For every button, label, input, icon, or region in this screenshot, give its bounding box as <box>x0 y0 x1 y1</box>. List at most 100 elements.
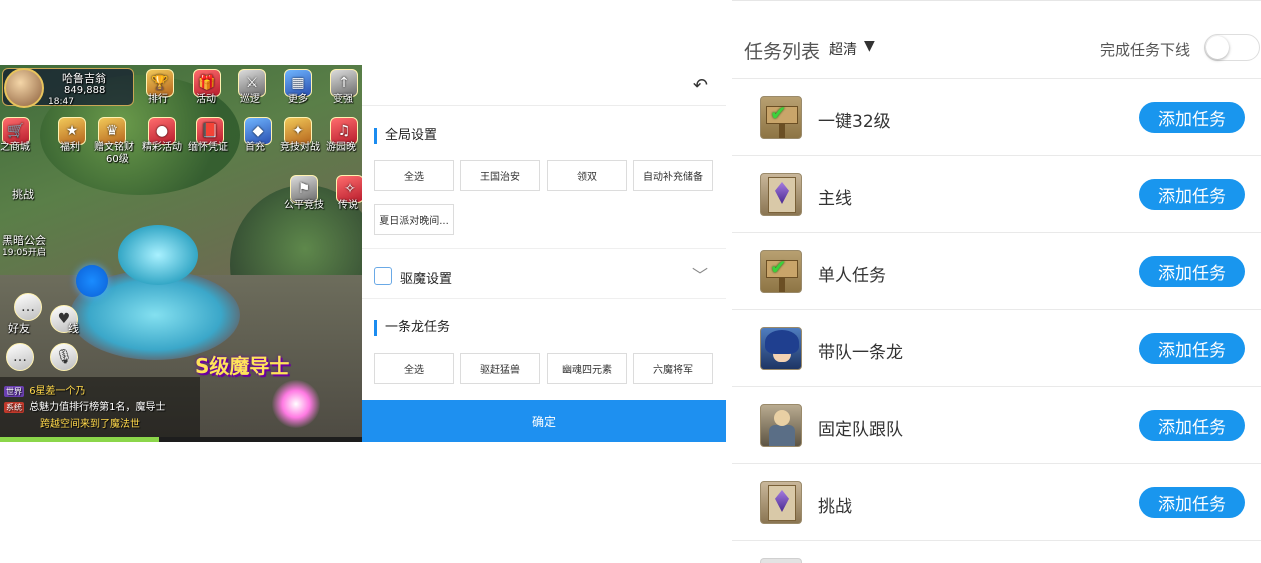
more-icon[interactable]: ▦ <box>284 69 312 97</box>
task-row: 主线 添加任务 <box>732 156 1261 233</box>
legend-label: 传说 <box>338 200 358 211</box>
chat-bubble-icon[interactable]: … <box>14 293 42 321</box>
chat-tag-system: 系统 <box>4 402 24 413</box>
task-row: 带队一条龙 添加任务 <box>732 310 1261 387</box>
legend-icon[interactable]: ✧ <box>336 175 362 203</box>
joystick-icon[interactable] <box>76 265 108 297</box>
welfare-icon[interactable]: ★ <box>58 117 86 145</box>
signpost-check-icon: ✔ <box>760 96 802 139</box>
task-list-header: 任务列表 超清 ▼ 完成任务下线 <box>732 1 1261 79</box>
top-icon-label: 更多 <box>288 94 308 105</box>
task-row: ✔ 一键32级 添加任务 <box>732 79 1261 156</box>
task-row: 固定队跟队 添加任务 <box>732 387 1261 464</box>
exorcism-settings-label: 驱魔设置 <box>400 272 453 287</box>
challenge-label[interactable]: 挑战 <box>12 189 34 200</box>
exorcism-checkbox[interactable] <box>374 267 392 285</box>
divider <box>362 248 726 249</box>
chat-line: 世界 6星差一个乃 <box>4 382 86 397</box>
blue-hair-hero-icon <box>760 327 802 370</box>
confirm-button[interactable]: 确定 <box>362 400 726 442</box>
second-icon-label: 之商城 <box>0 142 30 153</box>
scroll-gem-icon <box>760 173 802 216</box>
game-screenshot[interactable]: 哈鲁吉翁 849,888 18:47 🏆 排行 🎁 活动 ⚔ 巡逻 ▦ 更多 ↑… <box>0 65 362 442</box>
chat-tag-world: 世界 <box>4 386 24 397</box>
chain-task-title: 一条龙任务 <box>374 320 450 336</box>
power-up-icon[interactable]: ↑ <box>330 69 358 97</box>
add-task-button[interactable]: 添加任务 <box>1139 256 1245 287</box>
fountain-top <box>118 225 198 285</box>
panel-top-bar: ↶ <box>362 65 726 106</box>
chip-auto-restock[interactable]: 自动补充储备 <box>633 160 713 191</box>
chip-double[interactable]: 领双 <box>547 160 627 191</box>
scroll-gem-icon <box>760 481 802 524</box>
task-name: 挑战 <box>818 497 852 517</box>
add-task-button[interactable]: 添加任务 <box>1139 179 1245 210</box>
first-charge-icon[interactable]: ◆ <box>244 117 272 145</box>
chat-line: 系统 总魅力值排行榜第1名，魔导士 <box>4 398 166 413</box>
fair-arena-label: 公平竞技 <box>284 200 324 211</box>
experience-bar <box>0 437 362 442</box>
chip-ghost-elements[interactable]: 幽魂四元素 <box>547 353 627 384</box>
event-icon[interactable]: ♛ <box>98 117 126 145</box>
chat-line: 跨越空间来到了魔法世 <box>4 415 140 430</box>
global-settings-title: 全局设置 <box>374 128 437 144</box>
offline-toggle[interactable] <box>1204 34 1260 61</box>
second-icon-label: 首充 <box>245 142 265 153</box>
chip-summer-party[interactable]: 夏日派对晚间... <box>374 204 454 235</box>
triangle-down-icon[interactable]: ▼ <box>864 38 875 54</box>
magic-glow <box>272 380 320 428</box>
player-avatar[interactable] <box>4 68 44 108</box>
settings-panel: ↶ 全局设置 全选 王国治安 领双 自动补充储备 夏日派对晚间... 驱魔设置 … <box>362 65 726 442</box>
screen: 哈鲁吉翁 849,888 18:47 🏆 排行 🎁 活动 ⚔ 巡逻 ▦ 更多 ↑… <box>0 0 1261 563</box>
quality-select[interactable]: 超清 <box>829 39 857 59</box>
trophy-icon[interactable]: 🏆 <box>146 69 174 97</box>
game-clock: 18:47 <box>48 97 74 107</box>
carnival-icon[interactable]: ♫ <box>330 117 358 145</box>
chip-kingdom-security[interactable]: 王国治安 <box>460 160 540 191</box>
rank-banner: S级魔导士 <box>195 354 290 378</box>
top-icon-label: 变强 <box>333 94 353 105</box>
player-score: 849,888 <box>64 85 106 96</box>
top-icon-label: 活动 <box>196 94 216 105</box>
second-icon-label: 游园晚 <box>326 142 356 153</box>
chip-six-demon-generals[interactable]: 六魔将军 <box>633 353 713 384</box>
team-member-icon <box>760 404 802 447</box>
guild-name[interactable]: 黑暗公会 <box>2 235 46 246</box>
toggle-knob <box>1206 36 1229 59</box>
task-list-screen: 任务列表 超清 ▼ 完成任务下线 ✔ 一键32级 添加任务 主线 添加任务 ✔ … <box>732 0 1261 563</box>
chat-text: 跨越空间来到了魔法世 <box>40 419 140 430</box>
chip-drive-beasts[interactable]: 驱赶猛兽 <box>460 353 540 384</box>
crossed-swords-icon[interactable]: ⚔ <box>238 69 266 97</box>
signpost-check-icon: ✔ <box>760 250 802 293</box>
microphone-icon[interactable]: 🎙 <box>50 343 78 371</box>
add-task-button[interactable]: 添加任务 <box>1139 333 1245 364</box>
arena-icon[interactable]: ✦ <box>284 117 312 145</box>
friends-label[interactable]: 好友 <box>8 323 30 334</box>
shop-icon[interactable]: 🛒 <box>2 117 30 145</box>
top-icon-label: 排行 <box>148 94 168 105</box>
add-task-button[interactable]: 添加任务 <box>1139 410 1245 441</box>
gift-icon[interactable]: 🎁 <box>193 69 221 97</box>
add-task-button[interactable]: 添加任务 <box>1139 102 1245 133</box>
experience-bar-fill <box>0 437 160 442</box>
task-list-title: 任务列表 <box>744 41 821 63</box>
task-name: 单人任务 <box>818 266 886 286</box>
offline-after-tasks-label: 完成任务下线 <box>1100 41 1191 59</box>
task-name: 固定队跟队 <box>818 420 903 440</box>
balloon-icon[interactable]: ● <box>148 117 176 145</box>
chat-box[interactable]: 世界 6星差一个乃 系统 总魅力值排行榜第1名，魔导士 跨越空间来到了魔法世 <box>0 377 200 439</box>
message-icon[interactable]: … <box>6 343 34 371</box>
guild-time: 19:05开启 <box>2 248 46 258</box>
book-icon[interactable]: 📕 <box>196 117 224 145</box>
chevron-down-icon[interactable]: ﹀ <box>692 262 708 286</box>
top-icon-label: 巡逻 <box>240 94 260 105</box>
chip-select-all[interactable]: 全选 <box>374 160 454 191</box>
task-name: 带队一条龙 <box>818 343 903 363</box>
player-name: 哈鲁吉翁 <box>62 72 106 85</box>
back-arrow-icon[interactable]: ↶ <box>693 75 708 96</box>
add-task-button[interactable]: 添加任务 <box>1139 487 1245 518</box>
task-icon-placeholder <box>760 558 802 563</box>
chip-chain-select-all[interactable]: 全选 <box>374 353 454 384</box>
fair-arena-icon[interactable]: ⚑ <box>290 175 318 203</box>
second-icon-label: 福利 <box>60 142 80 153</box>
